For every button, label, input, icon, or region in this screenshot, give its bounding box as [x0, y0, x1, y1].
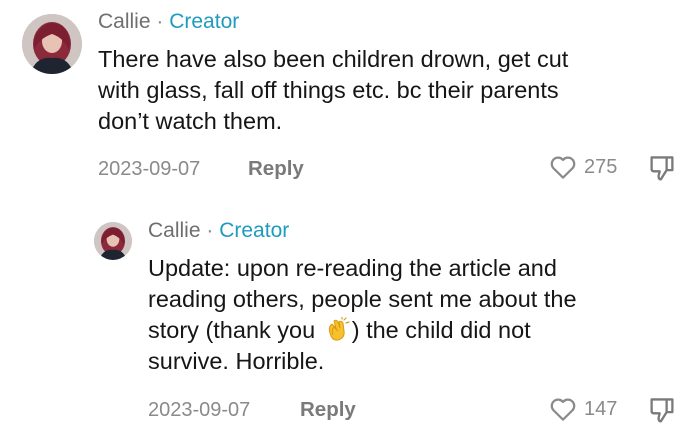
like-button[interactable]: 147 [548, 394, 617, 424]
comment-text-line: survive. Horrible. [148, 348, 325, 374]
clapping-hands-icon [328, 317, 350, 341]
like-count: 275 [584, 155, 618, 178]
comment-text-fragment: story (thank you [148, 317, 322, 343]
comment-text-line: story (thank you ) the child did not [148, 315, 577, 346]
dislike-button[interactable] [648, 396, 676, 431]
heart-icon [550, 398, 576, 421]
thumbs-down-icon [650, 156, 674, 181]
comment-date: 2023-09-07 [148, 399, 251, 421]
comment-text-line: with glass, fall off things etc. bc thei… [98, 77, 559, 103]
avatar[interactable] [22, 14, 82, 74]
author-name[interactable]: Callie [148, 219, 201, 242]
reply-button[interactable]: Reply [248, 157, 304, 181]
creator-badge: Creator [169, 10, 240, 33]
separator-dot: · [156, 10, 164, 33]
creator-badge: Creator [219, 219, 290, 242]
reply-button[interactable]: Reply [300, 398, 356, 422]
heart-icon [550, 156, 576, 179]
comment-text-line: reading others, people sent me about the [148, 286, 577, 312]
comment-text-line: Update: upon re-reading the article and [148, 255, 557, 281]
comment-text-line: don’t watch them. [98, 108, 283, 134]
separator-dot: · [206, 219, 214, 242]
comment-text-line: There have also been children drown, get… [98, 46, 569, 72]
user-avatar-icon [22, 14, 82, 74]
like-button[interactable]: 275 [548, 152, 617, 182]
thumbs-down-icon [650, 398, 674, 423]
user-avatar-icon [94, 222, 132, 260]
comment-header: Callie · Creator [98, 10, 239, 34]
dislike-button[interactable] [648, 154, 676, 189]
author-name[interactable]: Callie [98, 10, 151, 33]
comment-text-fragment: ) the child did not [351, 317, 531, 343]
comment-text: There have also been children drown, get… [98, 44, 568, 137]
comment-text: Update: upon re-reading the article and … [148, 253, 577, 377]
comment-header: Callie · Creator [148, 219, 289, 243]
avatar[interactable] [94, 222, 132, 260]
comment-date: 2023-09-07 [98, 158, 201, 180]
like-count: 147 [584, 397, 618, 420]
